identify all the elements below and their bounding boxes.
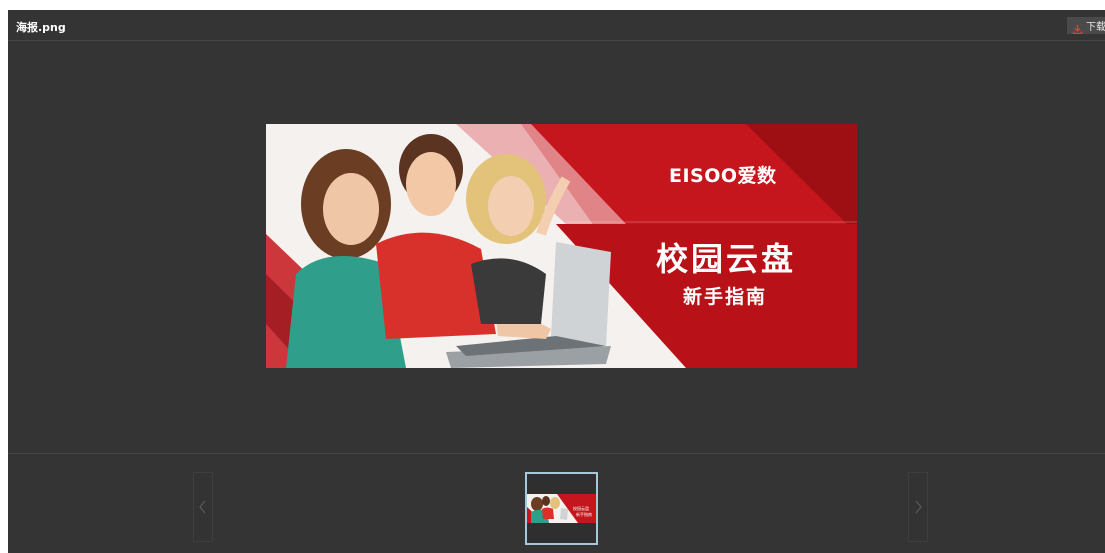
- banner-title: 校园云盘: [656, 240, 797, 278]
- image-viewer: 海报.png 下载 EISOO爱数 校园云盘 新手指南 校园云盘 新手指南: [8, 10, 1105, 553]
- thumbnail-item[interactable]: 校园云盘 新手指南: [525, 472, 598, 545]
- download-icon: [1072, 20, 1083, 34]
- download-button[interactable]: 下载: [1067, 17, 1105, 34]
- thumbnail-strip: 校园云盘 新手指南: [8, 453, 1105, 553]
- preview-image: EISOO爱数 校园云盘 新手指南: [266, 124, 857, 368]
- thumbnail-subtitle: 新手指南: [576, 512, 592, 517]
- chevron-right-icon: [915, 500, 922, 514]
- download-label: 下载: [1086, 22, 1105, 33]
- next-button[interactable]: [908, 472, 928, 542]
- viewer-header: 海报.png 下载: [8, 10, 1105, 41]
- banner-subtitle: 新手指南: [683, 286, 768, 308]
- image-stage: EISOO爱数 校园云盘 新手指南: [8, 42, 1105, 452]
- thumbnail-image: 校园云盘 新手指南: [527, 494, 596, 523]
- chevron-left-icon: [199, 500, 206, 514]
- file-name: 海报.png: [16, 21, 66, 34]
- prev-button[interactable]: [193, 472, 213, 542]
- banner-brand: EISOO爱数: [669, 165, 777, 187]
